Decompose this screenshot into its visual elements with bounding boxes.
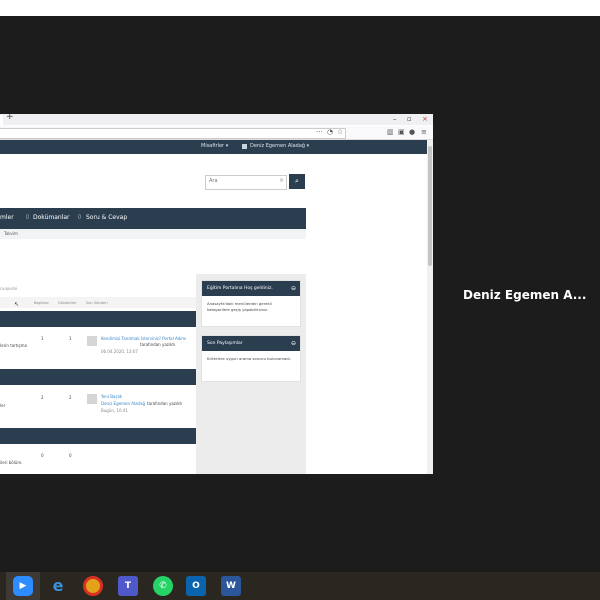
forum-category-band	[0, 428, 196, 444]
avatar	[87, 336, 97, 346]
last-post-date: Bugün, 10:41	[101, 408, 128, 413]
welcome-widget: Eğitim Portalına Hoş geldiniz. ⊖ Anasayfa…	[201, 280, 301, 327]
url-bar: ··· ◔ ☆ ▥ ▣ ● ≡	[0, 126, 433, 140]
widget-title: Son Paylaşımlar ⊖	[202, 336, 300, 351]
forum-table-header: Başlıklar Gönderiler Son Gönderi	[0, 297, 196, 308]
question-icon: ▯	[78, 214, 81, 220]
scrollbar[interactable]	[427, 140, 433, 474]
posts-count: 0	[69, 453, 72, 458]
topics-count: 1	[41, 336, 44, 341]
address-field[interactable]	[0, 128, 346, 139]
col-last-post: Son Gönderi	[86, 301, 108, 305]
tab-strip: + – ▫ ×	[0, 114, 433, 125]
col-topics: Başlıklar	[34, 301, 49, 305]
search-placeholder: Ara	[209, 178, 218, 184]
forum-category-band	[0, 369, 196, 385]
new-tab-button[interactable]: +	[6, 114, 14, 122]
last-post-by: tarafından yazıldı	[140, 342, 175, 347]
maximize-button[interactable]: ▫	[407, 115, 412, 123]
zoom-icon[interactable]: ▶	[13, 576, 33, 596]
nav-item-calendar[interactable]: Takvim	[4, 231, 18, 236]
collapse-icon[interactable]: ⊖	[291, 281, 296, 296]
scroll-thumb[interactable]	[428, 146, 432, 266]
recent-posts-widget: Son Paylaşımlar ⊖ Kriterlere uygun arama …	[201, 335, 301, 382]
more-icon[interactable]: ···	[316, 128, 323, 136]
posts-count: 2	[69, 395, 72, 400]
document-icon: ▯	[26, 214, 29, 220]
star-icon[interactable]: ☆	[337, 128, 343, 136]
topics-count: 2	[41, 395, 44, 400]
nav-item-documents[interactable]: Dokümanlar	[33, 214, 70, 221]
library-icon[interactable]: ▥	[387, 128, 394, 136]
top-white-strip	[0, 0, 600, 16]
breadcrumb: OLOJİLERİ	[0, 287, 18, 291]
clear-icon[interactable]: ×	[279, 177, 284, 184]
main-nav: mler ▯ Dokümanlar ▯ Soru & Cevap	[0, 208, 306, 229]
forum-desc: ileri bölüm.	[0, 460, 23, 465]
pocket-icon[interactable]: ◔	[327, 128, 333, 136]
last-post-link[interactable]: Kendimizi Tanıtmak İstersiniz? Portal Ad…	[101, 336, 186, 341]
last-post-user[interactable]: Deniz Egemen Aladağ	[101, 401, 145, 406]
mouse-cursor-icon: ↖	[14, 301, 20, 308]
search-input[interactable]: Ara ×	[205, 175, 287, 190]
nav-item-qa[interactable]: Soru & Cevap	[86, 214, 127, 221]
account-icon[interactable]: ●	[409, 128, 415, 136]
widget-title: Eğitim Portalına Hoş geldiniz. ⊖	[202, 281, 300, 296]
menu-icon[interactable]: ≡	[421, 128, 427, 136]
widget-body: Anasayfa'daki menülerden gerekli kategor…	[207, 301, 272, 312]
edge-icon[interactable]: e	[48, 576, 68, 596]
col-posts: Gönderiler	[58, 301, 77, 305]
search-button[interactable]: ⌕	[289, 174, 305, 189]
participant-name: Deniz Egemen A...	[463, 288, 587, 302]
nav-item-partial[interactable]: mler	[0, 214, 14, 221]
sidebar-icon[interactable]: ▣	[398, 128, 405, 136]
close-button[interactable]: ×	[422, 115, 428, 123]
avatar	[242, 144, 247, 149]
widget-title-text: Son Paylaşımlar	[207, 341, 243, 346]
browser-tab[interactable]	[0, 115, 3, 125]
avatar	[87, 394, 97, 404]
shared-screen-browser: + – ▫ × ··· ◔ ☆ ▥ ▣ ● ≡ Misafirler ▾ Den…	[0, 114, 433, 474]
word-icon[interactable]: W	[221, 576, 241, 596]
widget-body: Kriterlere uygun arama sonucu bulunamadı…	[207, 356, 291, 361]
collapse-icon[interactable]: ⊖	[291, 336, 296, 351]
last-post-by: tarafından yazıldı	[147, 401, 182, 406]
minimize-button[interactable]: –	[393, 115, 397, 123]
outlook-icon[interactable]: O	[186, 576, 206, 596]
user-menu[interactable]: Deniz Egemen Aladağ ▾	[250, 143, 309, 149]
last-post-date: 06.04.2020, 13:07	[101, 349, 138, 354]
chrome-icon[interactable]	[83, 576, 103, 596]
widget-title-text: Eğitim Portalına Hoş geldiniz.	[207, 286, 273, 291]
teams-icon[interactable]: T	[118, 576, 138, 596]
last-post-link[interactable]: Yeni Başlık	[101, 394, 122, 399]
guests-menu[interactable]: Misafirler ▾	[201, 143, 228, 149]
posts-count: 1	[69, 336, 72, 341]
forum-category-band	[0, 311, 196, 327]
forum-desc: ler	[0, 403, 6, 408]
whatsapp-icon[interactable]: ✆	[153, 576, 173, 596]
sub-nav: Takvim	[0, 229, 306, 239]
forum-desc: lerin tartışma	[0, 343, 27, 348]
site-top-nav: Misafirler ▾ Deniz Egemen Aladağ ▾	[0, 140, 427, 154]
topics-count: 0	[41, 453, 44, 458]
